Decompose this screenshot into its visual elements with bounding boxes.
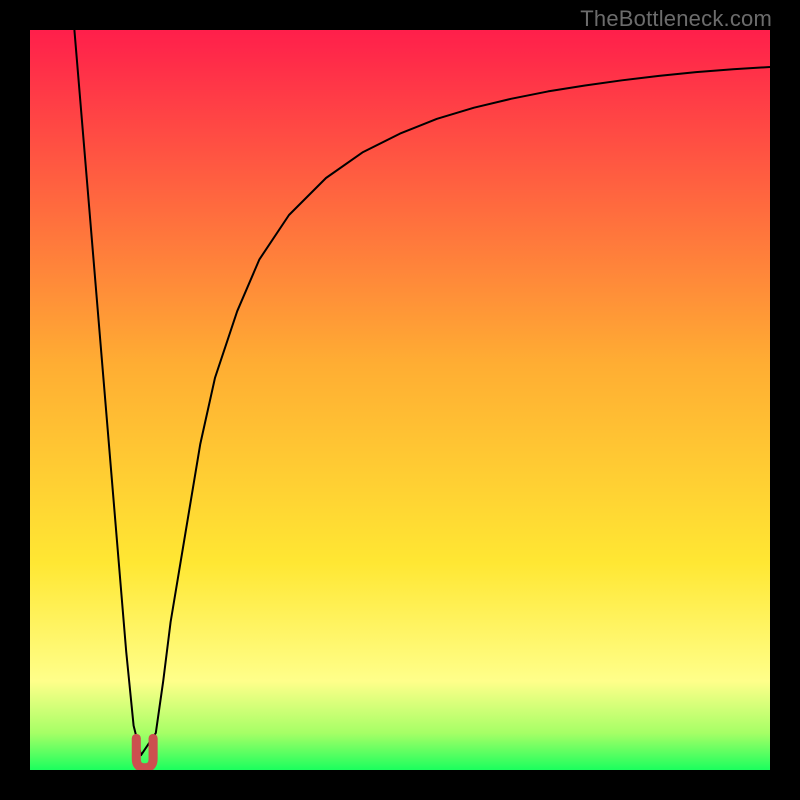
chart-frame: TheBottleneck.com [0,0,800,800]
chart-background [30,30,770,770]
chart-svg [30,30,770,770]
watermark-text: TheBottleneck.com [580,6,772,32]
plot-area [30,30,770,770]
